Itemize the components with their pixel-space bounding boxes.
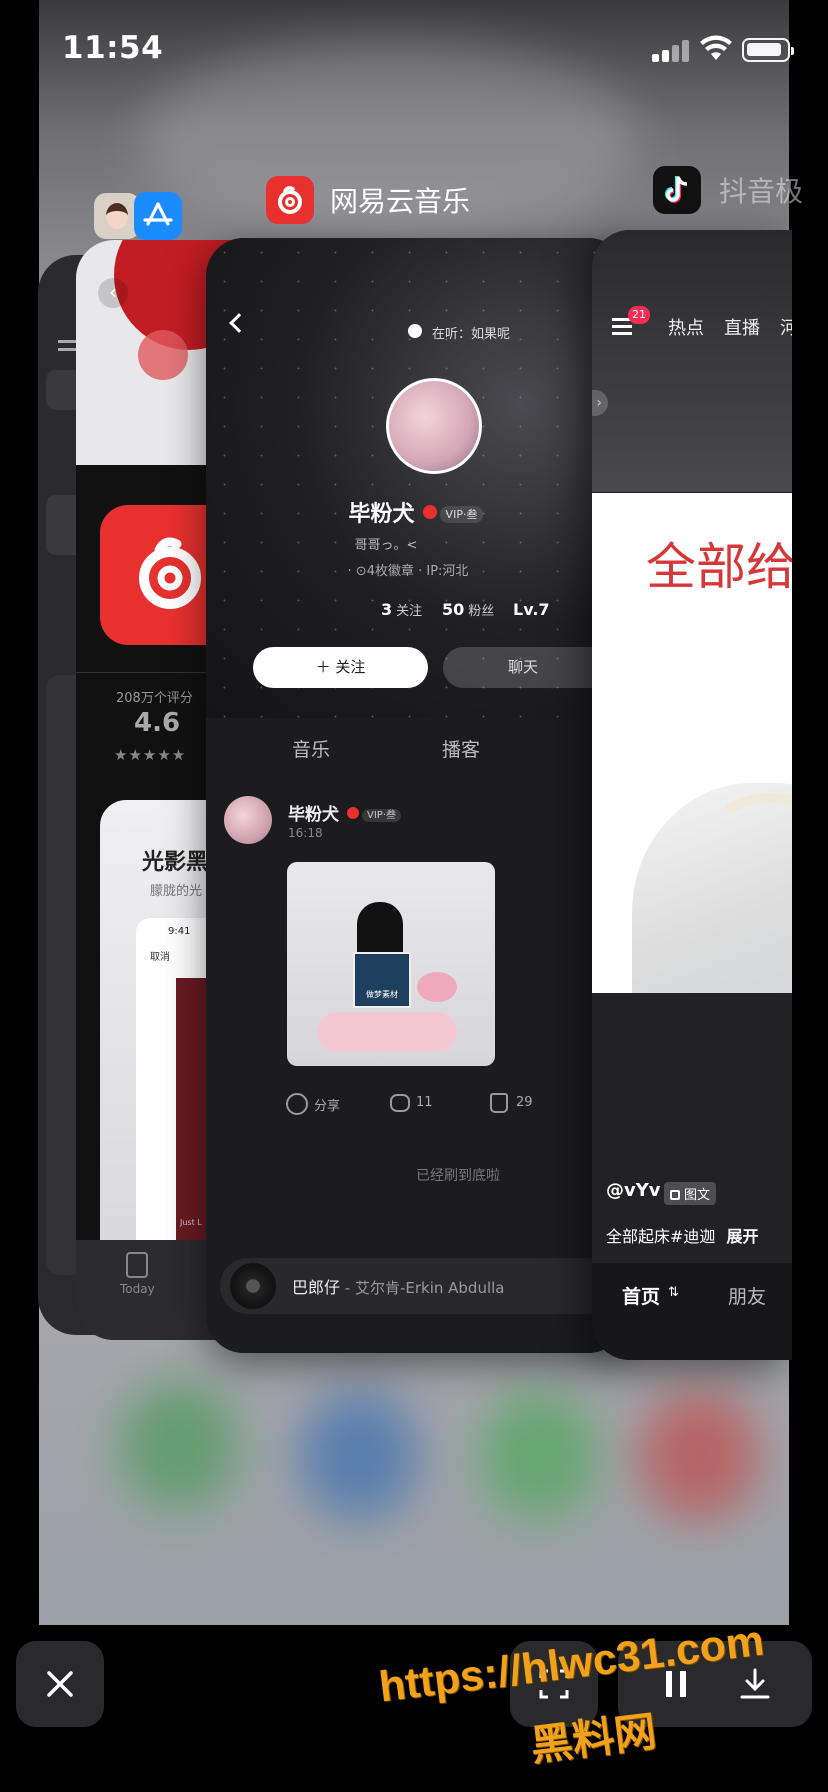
player-artist: - 艾尔肯-Erkin Abdulla: [340, 1279, 505, 1297]
netease-label-text: 网易云音乐: [330, 185, 471, 218]
post-author[interactable]: @vYv: [606, 1180, 661, 1201]
profile-meta: · ⊙4枚徽章 · IP:河北: [347, 564, 469, 579]
post-big-text: 全部给: [646, 538, 792, 596]
avatar[interactable]: [386, 378, 482, 474]
post-caption: 全部起床#迪迦: [606, 1227, 716, 1246]
post-vip-badge: VIP·叁: [362, 809, 401, 822]
vip-icon: [347, 807, 359, 819]
switch-icon: ⇅: [668, 1285, 679, 1300]
stat-level: Lv.7: [513, 600, 550, 619]
netease-label[interactable]: 网易云音乐: [266, 176, 470, 224]
like-icon[interactable]: [490, 1093, 508, 1113]
vip-badge: VIP·叁: [439, 506, 484, 523]
post-time: 16:18: [288, 826, 323, 840]
nav-hot[interactable]: 热点: [668, 314, 704, 340]
comment-count: 11: [416, 1095, 433, 1110]
profile-username: 毕粉犬: [348, 502, 415, 527]
promo-title: 光影黑: [142, 850, 209, 875]
close-button[interactable]: [16, 1641, 104, 1727]
rating-stars: ★★★★★: [114, 746, 187, 764]
post-avatar[interactable]: [224, 796, 272, 844]
nav-more[interactable]: 河: [780, 314, 792, 340]
cellular-signal-icon: [652, 38, 690, 62]
tab-friends[interactable]: 朋友: [728, 1282, 766, 1309]
download-icon[interactable]: [738, 1667, 772, 1701]
image-text-icon: [670, 1190, 680, 1200]
share-label[interactable]: 分享: [314, 1095, 340, 1114]
stat-following-num: 3: [381, 600, 393, 619]
status-time: 11:54: [62, 30, 164, 66]
nav-live[interactable]: 直播: [724, 314, 760, 340]
stat-following[interactable]: 3 关注: [381, 600, 422, 619]
stat-followers-label: 粉丝: [468, 604, 495, 619]
notification-badge: 21: [628, 306, 650, 324]
end-of-feed-text: 已经刷到底啦: [416, 1168, 500, 1184]
mini-player[interactable]: 巴郎仔 - 艾尔肯-Erkin Abdulla: [220, 1258, 626, 1314]
netease-icon: [266, 176, 314, 224]
promo-phone-bottom: Just L: [180, 1218, 202, 1227]
wifi-icon: [700, 35, 732, 60]
douyin-icon: [653, 166, 701, 214]
vip-icon: [422, 505, 437, 519]
profile-signature: 哥哥っ。<: [354, 538, 418, 553]
post-username: 毕粉犬: [288, 805, 339, 825]
app-card-douyin[interactable]: 21 热点 直播 河 › 全部给 @vYv 图文 全部起床#迪迦 展开 首页 ⇅…: [592, 230, 792, 1360]
appstore-label[interactable]: [94, 192, 182, 240]
status-bar: 11:54: [0, 0, 828, 100]
comment-icon[interactable]: [390, 1094, 410, 1112]
rating-value: 4.6: [134, 708, 181, 738]
tab-podcast[interactable]: 播客: [442, 735, 480, 762]
post-image[interactable]: 做梦素材: [287, 862, 495, 1066]
headphones-icon: [408, 324, 422, 338]
close-icon: [47, 1671, 73, 1697]
album-art: [230, 1263, 276, 1309]
post-type-label: 图文: [684, 1188, 711, 1203]
stat-followers-num: 50: [442, 600, 465, 619]
douyin-label-text: 抖音极: [719, 175, 804, 208]
tab-today[interactable]: Today: [120, 1282, 155, 1296]
stat-following-label: 关注: [396, 604, 423, 619]
today-tab-icon: [126, 1252, 148, 1278]
like-count: 29: [516, 1095, 533, 1110]
douyin-label[interactable]: 抖音极: [653, 166, 803, 214]
battery-icon: [742, 38, 794, 62]
tab-home[interactable]: 首页: [622, 1282, 660, 1309]
stat-followers[interactable]: 50 粉丝: [442, 600, 494, 619]
promo-subtitle: 朦胧的光: [150, 884, 203, 899]
post-type-tag: 图文: [664, 1182, 717, 1205]
share-icon[interactable]: [286, 1093, 308, 1115]
follow-button[interactable]: ＋ 关注: [253, 647, 428, 688]
listening-status[interactable]: 在听：如果呢: [432, 323, 510, 342]
promo-cancel: 取消: [150, 952, 170, 963]
tab-music[interactable]: 音乐: [292, 735, 330, 762]
back-button[interactable]: ‹: [98, 278, 128, 308]
promo-phone-time: 9:41: [168, 926, 191, 937]
app-card-netease[interactable]: 在听：如果呢 毕粉犬 VIP·叁 哥哥っ。< · ⊙4枚徽章 · IP:河北 3…: [206, 238, 626, 1353]
expand-link[interactable]: 展开: [727, 1227, 759, 1246]
player-song: 巴郎仔: [292, 1278, 341, 1297]
appstore-icon: [134, 192, 182, 240]
post-image-caption: 做梦素材: [366, 990, 398, 999]
ratings-count: 208万个评分: [116, 691, 193, 706]
